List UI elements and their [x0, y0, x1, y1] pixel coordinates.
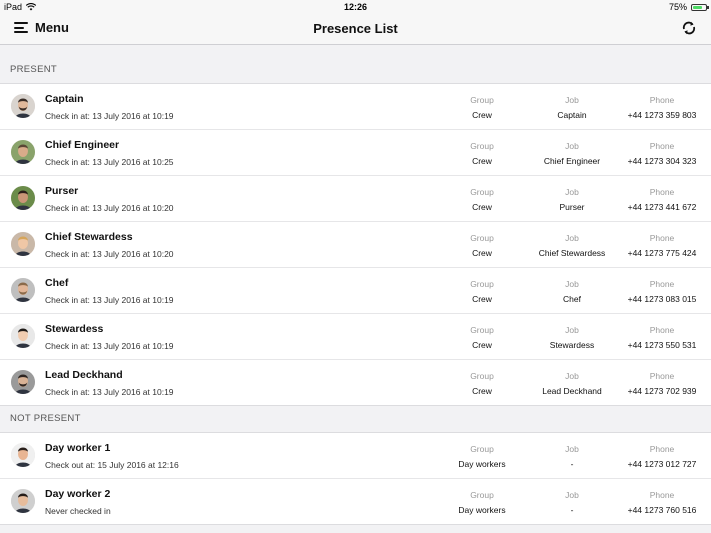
section-header-not-present: NOT PRESENT [0, 406, 711, 433]
phone-label: Phone [649, 187, 675, 197]
list-item[interactable]: Chef Check in at: 13 July 2016 at 10:19 Gr… [0, 268, 711, 314]
phone-value: +44 1273 359 803 [627, 110, 697, 120]
section-header-present: PRESENT [0, 58, 711, 84]
check-in-status: Check in at: 13 July 2016 at 10:19 [45, 111, 174, 121]
battery-level [693, 5, 702, 9]
person-name: Day worker 2 [45, 488, 111, 500]
check-in-status: Check in at: 13 July 2016 at 10:20 [45, 203, 174, 213]
check-in-status: Never checked in [45, 506, 111, 516]
phone-label: Phone [649, 141, 675, 151]
list-item[interactable]: Captain Check in at: 13 July 2016 at 10:1… [0, 84, 711, 130]
list-item[interactable]: Chief Stewardess Check in at: 13 July 201… [0, 222, 711, 268]
avatar [11, 232, 35, 256]
avatar [11, 443, 35, 467]
battery-icon [691, 3, 709, 11]
avatar [11, 324, 35, 348]
check-in-status: Check in at: 13 July 2016 at 10:19 [45, 387, 174, 397]
check-in-status: Check out at: 15 July 2016 at 12:16 [45, 460, 179, 470]
person-name: Purser [45, 185, 79, 197]
list-item[interactable]: Day worker 2 Never checked in Group Day wor… [0, 479, 711, 525]
check-in-status: Check in at: 13 July 2016 at 10:19 [45, 341, 174, 351]
list-item[interactable]: Lead Deckhand Check in at: 13 July 2016 a… [0, 360, 711, 406]
person-name: Chief Stewardess [45, 231, 133, 243]
present-list: Captain Check in at: 13 July 2016 at 10:1… [0, 84, 711, 406]
refresh-icon[interactable] [681, 20, 697, 36]
phone-label: Phone [649, 233, 675, 243]
phone-value: +44 1273 775 424 [627, 248, 697, 258]
phone-label: Phone [649, 279, 675, 289]
avatar [11, 186, 35, 210]
phone-label: Phone [649, 325, 675, 335]
list-item[interactable]: Chief Engineer Check in at: 13 July 2016 … [0, 130, 711, 176]
list-item[interactable]: Stewardess Check in at: 13 July 2016 at 1… [0, 314, 711, 360]
check-in-status: Check in at: 13 July 2016 at 10:20 [45, 249, 174, 259]
page-title: Presence List [313, 21, 398, 36]
phone-value: +44 1273 012 727 [627, 459, 697, 469]
status-bar: iPad 12:26 75% [0, 0, 711, 14]
nav-bar: Menu Presence List [0, 14, 711, 45]
phone-label: Phone [649, 95, 675, 105]
avatar [11, 94, 35, 118]
list-item[interactable]: Day worker 1 Check out at: 15 July 2016 a… [0, 433, 711, 479]
avatar [11, 489, 35, 513]
avatar [11, 370, 35, 394]
phone-value: +44 1273 083 015 [627, 294, 697, 304]
phone-label: Phone [649, 371, 675, 381]
phone-value: +44 1273 304 323 [627, 156, 697, 166]
status-time: 12:26 [343, 2, 368, 12]
phone-value: +44 1273 441 672 [627, 202, 697, 212]
check-in-status: Check in at: 13 July 2016 at 10:19 [45, 295, 174, 305]
person-name: Chef [45, 277, 69, 289]
phone-value: +44 1273 760 516 [627, 505, 697, 515]
avatar [11, 140, 35, 164]
person-name: Lead Deckhand [45, 369, 123, 381]
avatar [11, 278, 35, 302]
check-in-status: Check in at: 13 July 2016 at 10:25 [45, 157, 174, 167]
person-name: Stewardess [45, 323, 104, 335]
not-present-list: Day worker 1 Check out at: 15 July 2016 a… [0, 433, 711, 525]
phone-value: +44 1273 702 939 [627, 386, 697, 396]
status-right: 75% [668, 0, 709, 14]
person-name: Captain [45, 93, 84, 105]
phone-label: Phone [649, 444, 675, 454]
phone-label: Phone [649, 490, 675, 500]
battery-percent: 75% [668, 2, 687, 12]
person-name: Day worker 1 [45, 442, 111, 454]
person-name: Chief Engineer [45, 139, 120, 151]
list-item[interactable]: Purser Check in at: 13 July 2016 at 10:20… [0, 176, 711, 222]
phone-value: +44 1273 550 531 [627, 340, 697, 350]
